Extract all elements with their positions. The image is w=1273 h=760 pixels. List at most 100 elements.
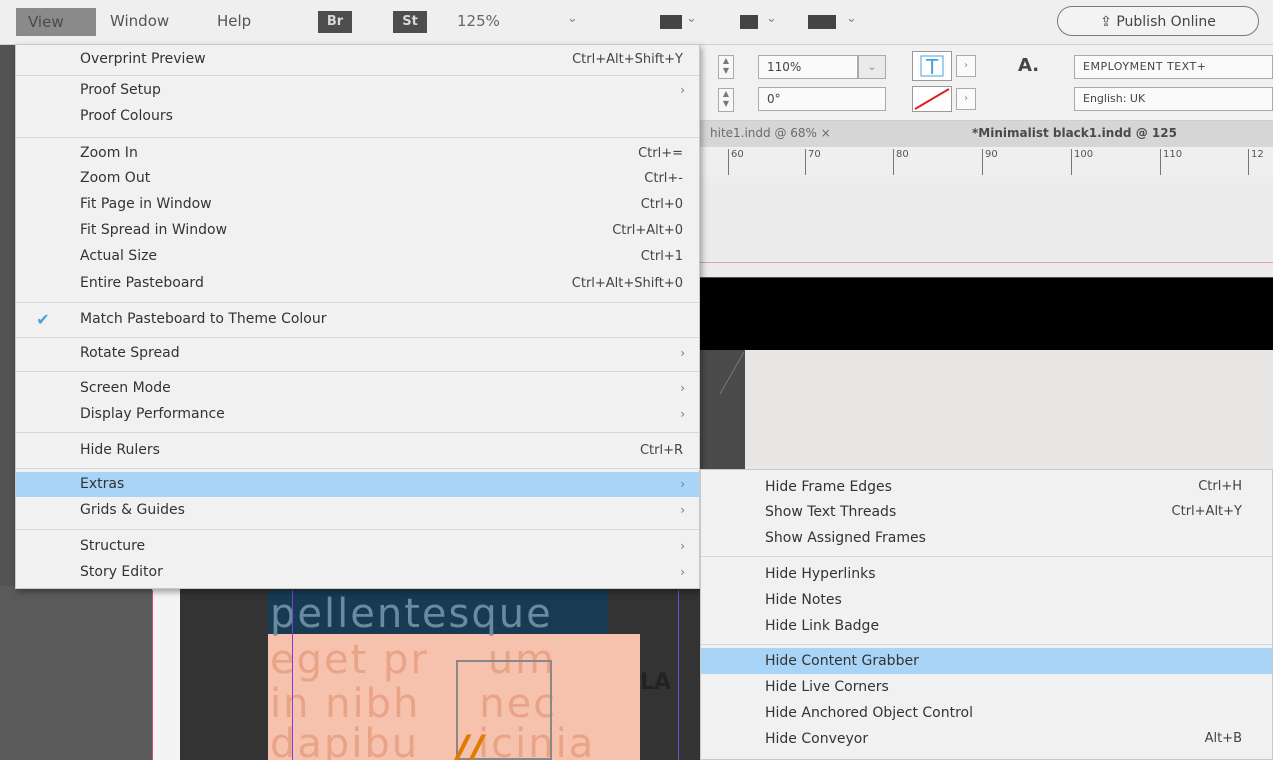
tab-minimalist-black[interactable]: *Minimalist black1.indd @ 125: [972, 126, 1177, 140]
menu-item-fit-page[interactable]: Fit Page in Window Ctrl+0: [16, 192, 699, 217]
menu-item-screen-mode[interactable]: Screen Mode ›: [16, 376, 699, 401]
bridge-button[interactable]: Br: [318, 11, 352, 33]
screen-mode-icon[interactable]: [740, 15, 758, 29]
menu-item-label: Match Pasteboard to Theme Colour: [80, 311, 327, 327]
menu-item-label: Zoom Out: [80, 170, 151, 186]
menu-item-proof-colours[interactable]: Proof Colours: [16, 104, 699, 129]
menu-item-label: Story Editor: [80, 564, 163, 580]
stock-button[interactable]: St: [393, 11, 427, 33]
menu-item-hide-anchored-object-control[interactable]: Hide Anchored Object Control: [701, 700, 1272, 726]
menu-item-label: Fit Spread in Window: [80, 222, 228, 238]
shortcut: Ctrl+Alt+Y: [1171, 504, 1242, 519]
menu-item-fit-spread[interactable]: Fit Spread in Window Ctrl+Alt+0: [16, 218, 699, 243]
menu-item-label: Proof Colours: [80, 108, 173, 124]
close-icon[interactable]: ×: [821, 126, 831, 140]
menu-item-label: Actual Size: [80, 248, 158, 264]
ruler-tick: 100: [1071, 149, 1093, 175]
menu-item-overprint-preview[interactable]: Overprint Preview Ctrl+Alt+Shift+Y: [16, 47, 699, 72]
menu-item-hide-hyperlinks[interactable]: Hide Hyperlinks: [701, 561, 1272, 587]
menu-item-label: Rotate Spread: [80, 345, 180, 361]
menu-item-label: Structure: [80, 538, 146, 554]
separator: [16, 529, 699, 530]
text-arrow-icon[interactable]: ›: [956, 55, 976, 77]
menu-item-grids-guides[interactable]: Grids & Guides ›: [16, 498, 699, 523]
menu-item-hide-content-grabber[interactable]: Hide Content Grabber: [701, 648, 1272, 674]
menu-item-entire-pasteboard[interactable]: Entire Pasteboard Ctrl+Alt+Shift+0: [16, 271, 699, 296]
menu-item-structure[interactable]: Structure ›: [16, 534, 699, 559]
menu-item-label: Hide Anchored Object Control: [765, 705, 974, 721]
shortcut: Ctrl+1: [640, 249, 683, 264]
separator: [701, 644, 1272, 645]
chevron-right-icon: ›: [680, 565, 685, 579]
shortcut: Ctrl+Alt+Shift+Y: [572, 52, 683, 67]
menu-item-actual-size[interactable]: Actual Size Ctrl+1: [16, 244, 699, 269]
tab-white-document[interactable]: hite1.indd @ 68% ×: [710, 126, 831, 140]
menu-window[interactable]: Window: [110, 12, 169, 30]
language-field[interactable]: English: UK: [1074, 87, 1273, 111]
menu-help[interactable]: Help: [217, 12, 251, 30]
diagonal-guide-icon: [719, 351, 745, 395]
publish-online-button[interactable]: ⇪ Publish Online: [1057, 6, 1259, 36]
screen-mode-chevron-down-icon[interactable]: ⌄: [766, 11, 777, 26]
menu-item-story-editor[interactable]: Story Editor ›: [16, 560, 699, 585]
menu-item-label: Hide Frame Edges: [765, 479, 892, 495]
menu-item-zoom-in[interactable]: Zoom In Ctrl+=: [16, 141, 699, 166]
menu-item-show-assigned-frames[interactable]: Show Assigned Frames: [701, 525, 1272, 551]
menu-item-hide-rulers[interactable]: Hide Rulers Ctrl+R: [16, 438, 699, 463]
ruler-tick: 70: [805, 149, 821, 175]
arrange-chevron-down-icon[interactable]: ⌄: [846, 11, 857, 26]
separator: [16, 432, 699, 433]
menu-item-hide-frame-edges[interactable]: Hide Frame Edges Ctrl+H: [701, 474, 1272, 500]
angle-stepper[interactable]: ▲ ▼: [718, 88, 734, 112]
menu-item-display-performance[interactable]: Display Performance ›: [16, 402, 699, 427]
paragraph-style-field[interactable]: EMPLOYMENT TEXT+: [1074, 55, 1273, 79]
menu-item-extras[interactable]: Extras ›: [16, 472, 699, 497]
shortcut: Ctrl+R: [639, 443, 683, 458]
menu-item-hide-conveyor[interactable]: Hide Conveyor Alt+B: [701, 726, 1272, 752]
menu-item-label: Hide Content Grabber: [765, 653, 919, 669]
view-options-chevron-down-icon[interactable]: ⌄: [686, 11, 697, 26]
menu-item-label: Overprint Preview: [80, 51, 206, 67]
menu-item-label: Hide Conveyor: [765, 731, 869, 747]
shortcut: Ctrl+H: [1198, 479, 1242, 494]
scale-dropdown-icon[interactable]: ⌄: [858, 55, 886, 79]
menu-item-hide-link-badge[interactable]: Hide Link Badge: [701, 613, 1272, 639]
shortcut: Ctrl+Alt+0: [612, 223, 683, 238]
ruler-tick: 60: [728, 149, 744, 175]
separator: [16, 137, 699, 138]
zoom-chevron-down-icon[interactable]: ⌄: [567, 11, 578, 26]
chevron-right-icon: ›: [680, 83, 685, 97]
menu-view[interactable]: View: [16, 8, 96, 36]
view-options-icon[interactable]: [660, 15, 682, 29]
margin-guide: [678, 590, 679, 760]
menu-item-match-pasteboard[interactable]: ✔ Match Pasteboard to Theme Colour: [16, 307, 699, 332]
menu-item-label: Proof Setup: [80, 82, 161, 98]
menu-item-zoom-out[interactable]: Zoom Out Ctrl+-: [16, 166, 699, 191]
separator: [16, 302, 699, 303]
menu-item-show-text-threads[interactable]: Show Text Threads Ctrl+Alt+Y: [701, 499, 1272, 525]
arrange-documents-icon[interactable]: [808, 15, 836, 29]
menu-item-hide-live-corners[interactable]: Hide Live Corners: [701, 674, 1272, 700]
stroke-none-icon[interactable]: [912, 86, 952, 112]
angle-field[interactable]: 0°: [758, 87, 886, 111]
menu-item-label: Fit Page in Window: [80, 196, 212, 212]
menu-item-proof-setup[interactable]: Proof Setup ›: [16, 78, 699, 103]
horizontal-ruler[interactable]: 60 70 80 90 100 110 12: [700, 147, 1273, 178]
indesign-window: View Window Help Br St 125% ⌄ ⌄ ⌄ ⌄ ⇪ Pu…: [0, 0, 1273, 760]
svg-text:T: T: [925, 55, 939, 79]
doc-text-line-1[interactable]: pellentesque: [270, 592, 553, 636]
menu-item-rotate-spread[interactable]: Rotate Spread ›: [16, 341, 699, 366]
scale-stepper[interactable]: ▲ ▼: [718, 55, 734, 79]
light-texture-area[interactable]: [745, 350, 1273, 470]
zoom-level[interactable]: 125%: [457, 12, 500, 30]
separator: [16, 468, 699, 469]
tab-label: hite1.indd @ 68%: [710, 126, 817, 140]
menu-item-label: Extras: [80, 476, 125, 492]
shortcut: Alt+B: [1204, 731, 1242, 746]
scale-field[interactable]: 110%: [758, 55, 858, 79]
text-tool-icon[interactable]: T: [912, 51, 952, 81]
stroke-arrow-icon[interactable]: ›: [956, 88, 976, 110]
menu-item-hide-notes[interactable]: Hide Notes: [701, 587, 1272, 613]
side-letters: LA: [640, 670, 672, 695]
black-header-band[interactable]: [700, 278, 1273, 350]
